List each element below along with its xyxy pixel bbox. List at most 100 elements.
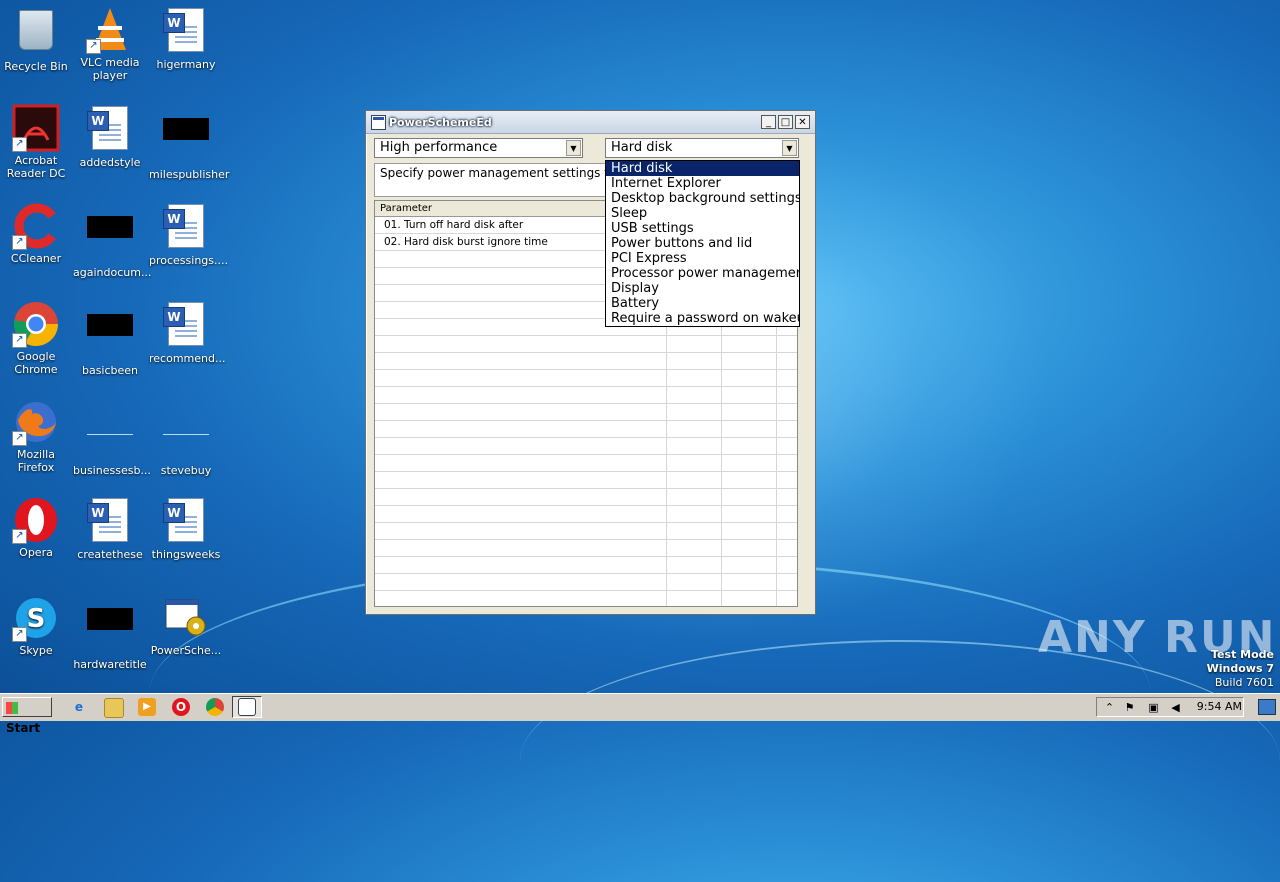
network-icon[interactable]: ▣ xyxy=(1147,701,1160,714)
dropdown-arrow-icon[interactable]: ▼ xyxy=(782,140,797,156)
grid-row[interactable] xyxy=(375,557,797,574)
grid-column-divider xyxy=(776,305,777,606)
grid-row[interactable] xyxy=(375,370,797,387)
desktop-icon-createthese[interactable]: W createthese xyxy=(72,496,148,561)
desktop-icon-acrobat[interactable]: ↗ Acrobat Reader DC xyxy=(0,104,74,180)
grid-column-divider xyxy=(721,305,722,606)
show-desktop-icon[interactable] xyxy=(1258,699,1276,715)
desktop-icon-recycle-bin[interactable]: Recycle Bin xyxy=(0,6,74,73)
chrome-icon: ↗ xyxy=(12,300,60,348)
word-document-icon: W xyxy=(86,498,134,546)
shortcut-arrow-icon: ↗ xyxy=(86,39,101,54)
grid-row[interactable] xyxy=(375,387,797,404)
svg-text:S: S xyxy=(27,604,46,634)
shortcut-arrow-icon: ↗ xyxy=(12,529,27,544)
minimize-button[interactable]: _ xyxy=(761,115,776,129)
grid-row[interactable] xyxy=(375,506,797,523)
desktop-icon-chrome[interactable]: ↗ Google Chrome xyxy=(0,300,74,376)
desktop-icon-processings[interactable]: W processings.... xyxy=(148,202,228,267)
desktop-icon-label: thingsweeks xyxy=(151,548,221,561)
os-label: Windows 7 xyxy=(1206,662,1274,675)
file-icon xyxy=(162,118,210,166)
show-hidden-icons-icon[interactable]: ⌃ xyxy=(1103,701,1116,714)
grid-row[interactable] xyxy=(375,472,797,489)
desktop-icon-firefox[interactable]: ↗ Mozilla Firefox xyxy=(0,398,74,474)
grid-row[interactable] xyxy=(375,353,797,370)
grid-row[interactable] xyxy=(375,540,797,557)
desktop-icon-againdocum[interactable]: againdocum... xyxy=(72,202,151,279)
shortcut-arrow-icon: ↗ xyxy=(12,627,27,642)
dropdown-item-battery[interactable]: Battery xyxy=(606,296,799,311)
maximize-button[interactable]: □ xyxy=(778,115,793,129)
desktop-icon-opera[interactable]: ↗ Opera xyxy=(0,496,74,559)
file-explorer-icon[interactable] xyxy=(104,698,124,718)
desktop-icon-hardwaretitle[interactable]: hardwaretitle xyxy=(72,594,148,671)
settings-category-dropdown-list[interactable]: Hard disk Internet Explorer Desktop back… xyxy=(605,160,800,327)
grid-row[interactable] xyxy=(375,455,797,472)
file-icon xyxy=(86,216,134,264)
grid-row[interactable] xyxy=(375,438,797,455)
power-scheme-value: High performance xyxy=(380,140,498,155)
desktop-icon-powerscheme[interactable]: PowerSche... xyxy=(148,594,224,657)
dropdown-item-display[interactable]: Display xyxy=(606,281,799,296)
desktop-icon-thingsweeks[interactable]: W thingsweeks xyxy=(148,496,224,561)
desktop-icon-vlc[interactable]: ↗ VLC media player xyxy=(72,6,148,82)
settings-category-combo[interactable]: Hard disk ▼ xyxy=(605,138,799,158)
dropdown-item-require-password[interactable]: Require a password on wakeup xyxy=(606,311,799,326)
system-clock[interactable]: 9:54 AM xyxy=(1197,700,1242,713)
volume-icon[interactable]: ◀ xyxy=(1169,701,1182,714)
desktop-icon-stevebuy[interactable]: stevebuy xyxy=(148,398,224,477)
desktop-icon-businessesb[interactable]: businessesb... xyxy=(72,398,151,477)
powerscheme-app-icon xyxy=(162,594,210,642)
action-center-flag-icon[interactable]: ⚑ xyxy=(1123,701,1136,714)
desktop-icon-label: recommend... xyxy=(149,352,226,365)
file-icon xyxy=(86,314,134,362)
grid-column-divider xyxy=(666,305,667,606)
grid-row[interactable] xyxy=(375,523,797,540)
dropdown-item-internet-explorer[interactable]: Internet Explorer xyxy=(606,176,799,191)
grid-row[interactable] xyxy=(375,489,797,506)
dropdown-item-processor-power[interactable]: Processor power management xyxy=(606,266,799,281)
media-player-icon[interactable]: ▶ xyxy=(138,698,156,716)
grid-row[interactable] xyxy=(375,574,797,591)
dropdown-item-usb-settings[interactable]: USB settings xyxy=(606,221,799,236)
desktop-icon-recommend[interactable]: W recommend... xyxy=(148,300,226,365)
close-button[interactable]: ✕ xyxy=(795,115,810,129)
desktop-icon-label: higermany xyxy=(156,58,216,71)
window-titlebar[interactable]: PowerSchemeEd _ □ ✕ xyxy=(366,111,815,134)
power-scheme-combo[interactable]: High performance ▼ xyxy=(374,138,583,158)
desktop-icon-skype[interactable]: S ↗ Skype xyxy=(0,594,74,657)
opera-taskbar-icon[interactable]: O xyxy=(172,698,190,716)
desktop-icon-label: Recycle Bin xyxy=(4,60,68,73)
powerschemeed-window[interactable]: PowerSchemeEd _ □ ✕ High performance ▼ H… xyxy=(365,110,816,615)
shortcut-arrow-icon: ↗ xyxy=(12,235,27,250)
internet-explorer-icon[interactable]: e xyxy=(70,698,88,716)
dropdown-item-pci-express[interactable]: PCI Express xyxy=(606,251,799,266)
grid-row[interactable] xyxy=(375,404,797,421)
desktop-icon-basicbeen[interactable]: basicbeen xyxy=(72,300,148,377)
acrobat-icon: ↗ xyxy=(12,104,60,152)
build-label: Build 7601 xyxy=(1214,676,1274,689)
grid-row[interactable] xyxy=(375,336,797,353)
desktop-icon-addedstyle[interactable]: W addedstyle xyxy=(72,104,148,169)
powerscheme-taskbar-icon xyxy=(238,698,256,716)
desktop-icon-milespublisher[interactable]: milespublisher xyxy=(148,104,230,181)
desktop-icon-label: stevebuy xyxy=(160,464,212,477)
chrome-taskbar-icon[interactable] xyxy=(206,698,224,716)
desktop-icon-label: createthese xyxy=(77,548,143,561)
opera-icon: ↗ xyxy=(12,496,60,544)
grid-row[interactable] xyxy=(375,421,797,438)
desktop-icon-label: milespublisher xyxy=(149,168,230,181)
start-button[interactable]: Start xyxy=(2,697,52,735)
dropdown-arrow-icon[interactable]: ▼ xyxy=(566,140,581,156)
desktop-icon-label: processings.... xyxy=(149,254,228,267)
dropdown-item-desktop-background[interactable]: Desktop background settings xyxy=(606,191,799,206)
file-icon xyxy=(86,414,134,462)
dropdown-item-power-buttons[interactable]: Power buttons and lid xyxy=(606,236,799,251)
shortcut-arrow-icon: ↗ xyxy=(12,137,27,152)
desktop-icon-higermany[interactable]: W higermany xyxy=(148,6,224,71)
dropdown-item-hard-disk[interactable]: Hard disk xyxy=(606,161,799,176)
dropdown-item-sleep[interactable]: Sleep xyxy=(606,206,799,221)
taskbar-button-powerschemeed[interactable] xyxy=(232,696,262,718)
desktop-icon-ccleaner[interactable]: ↗ CCleaner xyxy=(0,202,74,265)
